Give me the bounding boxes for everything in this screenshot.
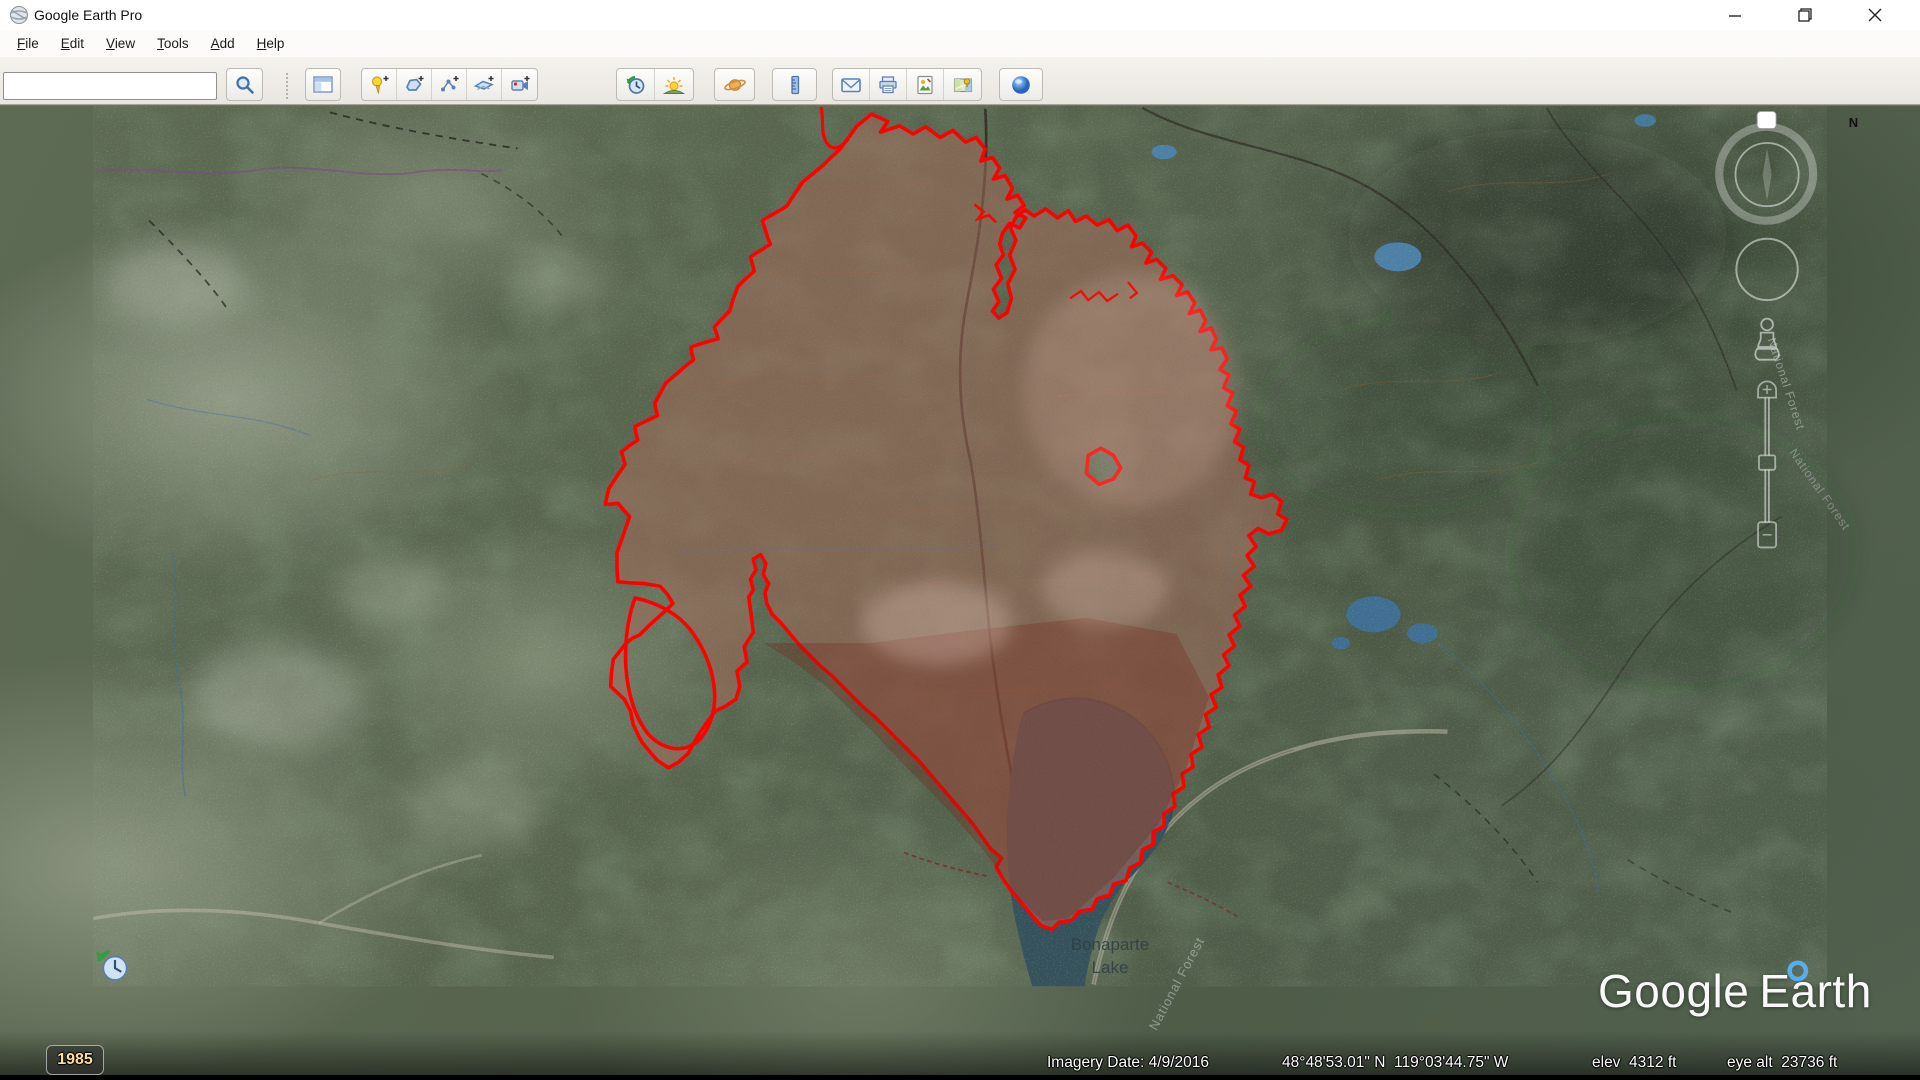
elevation-text: elev 4312 ft	[1592, 1054, 1676, 1072]
menu-edit[interactable]: Edit	[50, 32, 95, 55]
planets-icon	[723, 75, 747, 95]
menu-view[interactable]: View	[95, 32, 146, 55]
map-graphics	[0, 106, 1920, 1080]
view-in-maps-icon	[952, 75, 974, 95]
imagery-date-text: Imagery Date: 4/9/2016	[1047, 1054, 1209, 1072]
record-tour-button[interactable]	[502, 69, 537, 100]
menu-tools[interactable]: Tools	[146, 32, 200, 55]
window-bottom-edge	[0, 1075, 1920, 1080]
historical-imagery-button[interactable]	[617, 69, 655, 100]
add-image-overlay-button[interactable]	[467, 69, 502, 100]
close-button[interactable]	[1852, 0, 1898, 30]
google-earth-window: Google Earth Pro File Edit View Tools Ad…	[0, 0, 1920, 1080]
earth-web-icon	[1009, 74, 1033, 96]
search-button[interactable]	[226, 68, 263, 101]
planets-button[interactable]	[714, 68, 755, 101]
add-path-icon	[438, 75, 460, 95]
email-button[interactable]	[833, 69, 870, 100]
window-title: Google Earth Pro	[34, 7, 142, 23]
view-in-maps-button[interactable]	[944, 69, 981, 100]
create-tools-group	[361, 68, 538, 101]
add-path-button[interactable]	[432, 69, 467, 100]
output-tools-group	[832, 68, 982, 101]
eye-altitude-text: eye alt 23736 ft	[1727, 1054, 1837, 1072]
menu-file[interactable]: File	[6, 32, 50, 55]
sidebar-toggle-button[interactable]	[305, 68, 341, 101]
historical-year-badge[interactable]: 1985	[46, 1045, 104, 1075]
menu-bar: File Edit View Tools Add Help	[0, 30, 1920, 57]
restore-button[interactable]	[1782, 0, 1828, 30]
sunlight-icon	[663, 75, 685, 95]
add-polygon-icon	[403, 75, 425, 95]
historical-imagery-icon	[625, 75, 647, 95]
toolbar	[0, 57, 1920, 105]
map-canvas[interactable]: N BonaparteLake National Forest National…	[0, 105, 1920, 1080]
earth-web-button[interactable]	[999, 68, 1043, 101]
save-image-button[interactable]	[907, 69, 944, 100]
sidebar-toggle-icon	[312, 75, 334, 94]
save-image-icon	[914, 75, 936, 95]
add-polygon-button[interactable]	[397, 69, 432, 100]
print-icon	[877, 75, 899, 95]
lake-name-label: BonaparteLake	[1045, 934, 1175, 980]
minimize-button[interactable]	[1712, 0, 1758, 30]
search-input[interactable]	[3, 72, 217, 100]
add-placemark-icon	[368, 75, 390, 95]
add-image-overlay-icon	[473, 75, 495, 95]
sunlight-button[interactable]	[655, 69, 693, 100]
ruler-icon	[785, 75, 805, 95]
google-earth-logo-icon	[9, 5, 29, 25]
search-icon	[234, 75, 256, 95]
menu-help[interactable]: Help	[246, 32, 296, 55]
record-tour-icon	[509, 75, 531, 95]
add-placemark-button[interactable]	[362, 69, 397, 100]
email-icon	[840, 76, 862, 94]
time-light-group	[616, 68, 694, 101]
menu-add[interactable]: Add	[200, 32, 246, 55]
google-earth-watermark: GoogleEarth	[1598, 964, 1872, 1018]
toolbar-separator	[286, 73, 288, 99]
coordinates-text: 48°48'53.01" N 119°03'44.75" W	[1282, 1054, 1508, 1072]
ruler-button[interactable]	[772, 68, 817, 101]
title-bar: Google Earth Pro	[0, 0, 1920, 30]
print-button[interactable]	[870, 69, 907, 100]
north-badge-label: N	[1843, 113, 1864, 132]
north-badge[interactable]	[1757, 111, 1776, 128]
